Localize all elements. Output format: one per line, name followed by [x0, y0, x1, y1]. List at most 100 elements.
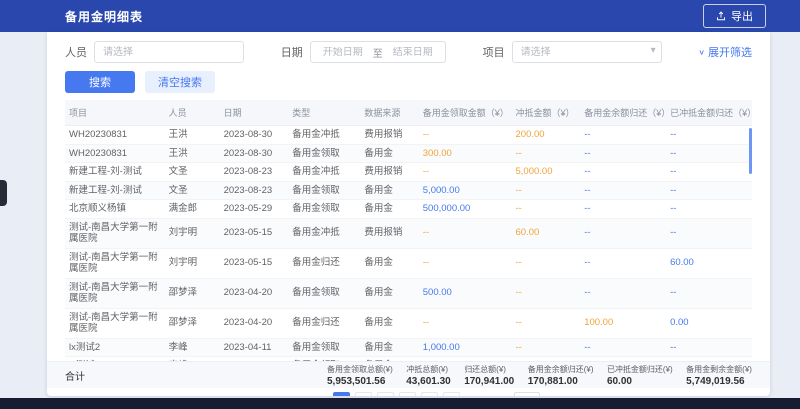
cell-date: 2023-04-11 — [220, 338, 289, 357]
cell-project: lx测试2 — [65, 357, 165, 362]
column-header-1: 人员 — [165, 100, 220, 126]
cell-recv: 500,000.00 — [419, 200, 512, 219]
cell-person: 文圣 — [165, 181, 220, 200]
cell-offret: -- — [666, 357, 752, 362]
cell-project: 新建工程-刘-测试 — [65, 181, 165, 200]
cell-balret: -- — [580, 163, 666, 182]
cell-date: 2023-08-23 — [220, 181, 289, 200]
filter-actions: 搜索 清空搜索 — [47, 63, 770, 100]
cell-offset: -- — [512, 200, 581, 219]
cell-person: 文圣 — [165, 163, 220, 182]
summary-value: 170,941.00 — [464, 376, 514, 387]
cell-person: 刘宇明 — [165, 248, 220, 278]
filter-project: 项目 ▾ — [483, 41, 662, 63]
column-header-6: 冲抵金额（¥） — [512, 100, 581, 126]
page-button-2[interactable]: 2 — [355, 392, 372, 397]
cell-recv: -- — [419, 163, 512, 182]
cell-project: 测试-南昌大学第一附属医院 — [65, 218, 165, 248]
expand-filter-link[interactable]: ∨ 展开筛选 — [698, 44, 752, 60]
cell-offret: -- — [666, 218, 752, 248]
table-row[interactable]: 新建工程-刘-测试文圣2023-08-23备用金冲抵费用报销--5,000.00… — [65, 163, 752, 182]
cell-source: 费用报销 — [360, 163, 418, 182]
date-start-input[interactable] — [317, 47, 369, 58]
prev-page-button[interactable]: ‹ — [311, 392, 328, 397]
cell-type: 备用金领取 — [288, 278, 360, 308]
date-filter-label: 日期 — [281, 44, 303, 60]
cell-source: 备用金 — [360, 278, 418, 308]
project-filter-label: 项目 — [483, 44, 505, 60]
filter-date: 日期 至 — [281, 41, 446, 63]
column-header-0: 项目 — [65, 100, 165, 126]
table-row[interactable]: 测试-南昌大学第一附属医院邵梦泽2023-04-20备用金领取备用金500.00… — [65, 278, 752, 308]
next-page-button[interactable]: › — [465, 392, 482, 397]
expand-caret-icon: ∨ — [698, 48, 705, 57]
table-container: 项目人员日期类型数据来源备用金领取金额（¥）冲抵金额（¥）备用金余额归还（¥）已… — [65, 100, 752, 361]
cell-date: 2023-08-23 — [220, 163, 289, 182]
cell-date: 2023-04-20 — [220, 308, 289, 338]
summary-label: 归还总额(¥) — [464, 364, 514, 375]
cell-recv: -- — [419, 248, 512, 278]
page-button-1[interactable]: 1 — [333, 392, 350, 397]
table-row[interactable]: 测试-南昌大学第一附属医院刘宇明2023-05-15备用金归还备用金------… — [65, 248, 752, 278]
cell-project: 测试-南昌大学第一附属医院 — [65, 248, 165, 278]
summary-value: 5,953,501.56 — [327, 376, 393, 387]
search-button[interactable]: 搜索 — [65, 71, 135, 93]
cell-offset: -- — [512, 357, 581, 362]
pagination-bar: 共 71 条 ‹123456› 前往 页 — [47, 388, 770, 396]
cell-offret: -- — [666, 181, 752, 200]
cell-person: 满金郎 — [165, 200, 220, 219]
project-select-input[interactable] — [512, 41, 662, 63]
vertical-scrollbar[interactable] — [749, 128, 752, 174]
table-row[interactable]: lx测试2李峰2023-04-04备用金领取备用金10,000.00------ — [65, 357, 752, 362]
cell-offset: -- — [512, 181, 581, 200]
page-button-4[interactable]: 4 — [399, 392, 416, 397]
table-row[interactable]: 新建工程-刘-测试文圣2023-08-23备用金领取备用金5,000.00---… — [65, 181, 752, 200]
cell-source: 备用金 — [360, 338, 418, 357]
summary-label: 备用金余额归还(¥) — [528, 364, 594, 375]
cell-recv: 300.00 — [419, 144, 512, 163]
page-button-5[interactable]: 5 — [421, 392, 438, 397]
page-button-6[interactable]: 6 — [443, 392, 460, 397]
summary-cell-3: 备用金余额归还(¥)170,881.00 — [528, 364, 594, 387]
date-range-separator: 至 — [373, 45, 383, 60]
cell-offret: -- — [666, 144, 752, 163]
table-row[interactable]: WH20230831王洪2023-08-30备用金领取备用金300.00----… — [65, 144, 752, 163]
date-range-picker[interactable]: 至 — [310, 41, 446, 63]
cell-offret: 60.00 — [666, 248, 752, 278]
table-row[interactable]: WH20230831王洪2023-08-30备用金冲抵费用报销--200.00-… — [65, 126, 752, 145]
table-row[interactable]: 测试-南昌大学第一附属医院邵梦泽2023-04-20备用金归还备用金----10… — [65, 308, 752, 338]
pager: ‹ 123456 › — [311, 392, 482, 397]
summary-value: 60.00 — [607, 376, 673, 387]
clear-search-button[interactable]: 清空搜索 — [145, 71, 215, 93]
cell-recv: 1,000.00 — [419, 338, 512, 357]
page-button-3[interactable]: 3 — [377, 392, 394, 397]
table-row[interactable]: 北京顺义杨镇满金郎2023-05-29备用金领取备用金500,000.00---… — [65, 200, 752, 219]
summary-cell-1: 冲抵总额(¥)43,601.30 — [406, 364, 451, 387]
cell-balret: -- — [580, 218, 666, 248]
goto-page-input[interactable] — [514, 392, 540, 397]
cell-date: 2023-05-15 — [220, 218, 289, 248]
cell-source: 备用金 — [360, 248, 418, 278]
person-filter-input[interactable] — [94, 41, 244, 63]
sidebar-collapse-handle[interactable] — [0, 180, 7, 206]
summary-cell-4: 已冲抵金额归还(¥)60.00 — [607, 364, 673, 387]
export-icon — [716, 11, 726, 21]
table-row[interactable]: 测试-南昌大学第一附属医院刘宇明2023-05-15备用金冲抵费用报销--60.… — [65, 218, 752, 248]
cell-project: WH20230831 — [65, 144, 165, 163]
date-end-input[interactable] — [387, 47, 439, 58]
cell-offret: -- — [666, 338, 752, 357]
cell-date: 2023-05-15 — [220, 248, 289, 278]
cell-recv: -- — [419, 308, 512, 338]
cell-project: 新建工程-刘-测试 — [65, 163, 165, 182]
cell-recv: 500.00 — [419, 278, 512, 308]
export-button[interactable]: 导出 — [703, 4, 766, 28]
cell-project: 测试-南昌大学第一附属医院 — [65, 308, 165, 338]
cell-person: 邵梦泽 — [165, 308, 220, 338]
project-select[interactable]: ▾ — [512, 41, 662, 63]
table-row[interactable]: lx测试2李峰2023-04-11备用金领取备用金1,000.00------ — [65, 338, 752, 357]
cell-type: 备用金冲抵 — [288, 163, 360, 182]
cell-recv: -- — [419, 126, 512, 145]
cell-source: 费用报销 — [360, 126, 418, 145]
table-header: 项目人员日期类型数据来源备用金领取金额（¥）冲抵金额（¥）备用金余额归还（¥）已… — [65, 100, 752, 126]
pagination-goto: 前往 页 — [490, 392, 554, 397]
